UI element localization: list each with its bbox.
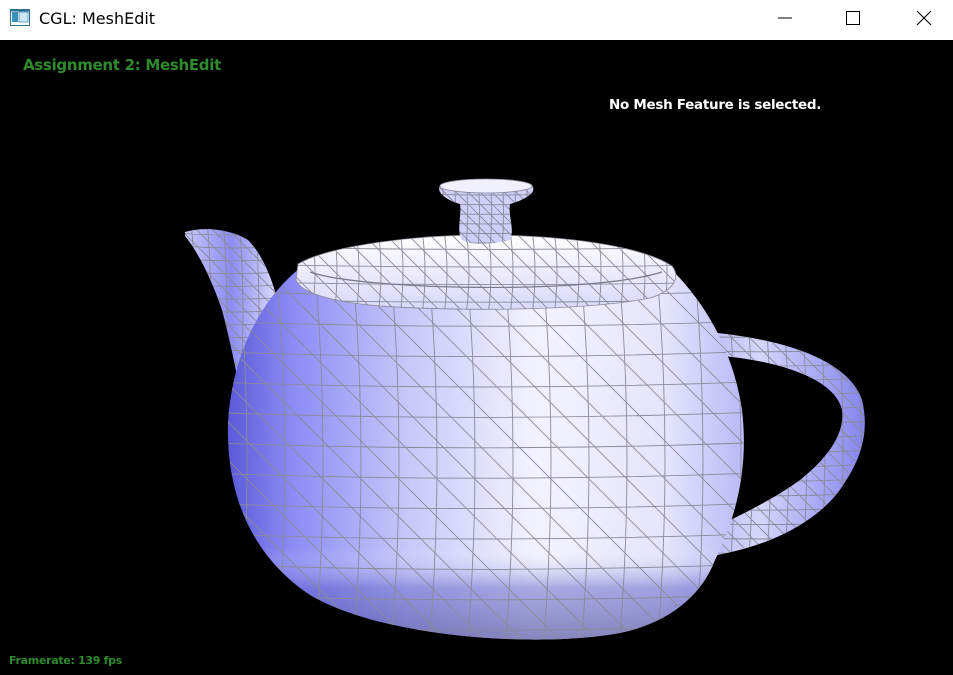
teapot-mesh[interactable] <box>0 40 953 675</box>
maximize-icon <box>845 10 861 26</box>
teapot-body <box>227 268 744 640</box>
app-window-icon <box>10 9 30 26</box>
framerate-readout: Framerate: 139 fps <box>9 654 122 667</box>
title-bar[interactable]: CGL: MeshEdit <box>0 0 953 40</box>
minimize-icon <box>777 10 793 26</box>
close-button[interactable] <box>901 0 947 36</box>
minimize-button[interactable] <box>762 0 808 36</box>
app-window: CGL: MeshEdit Assignment 2: MeshEdit No … <box>0 0 953 675</box>
maximize-button[interactable] <box>830 0 876 36</box>
render-viewport[interactable]: Assignment 2: MeshEdit No Mesh Feature i… <box>0 40 953 675</box>
selection-status: No Mesh Feature is selected. <box>609 97 822 113</box>
window-title: CGL: MeshEdit <box>39 9 156 28</box>
teapot-knob <box>439 178 534 244</box>
assignment-heading: Assignment 2: MeshEdit <box>23 56 221 74</box>
close-icon <box>916 10 932 26</box>
